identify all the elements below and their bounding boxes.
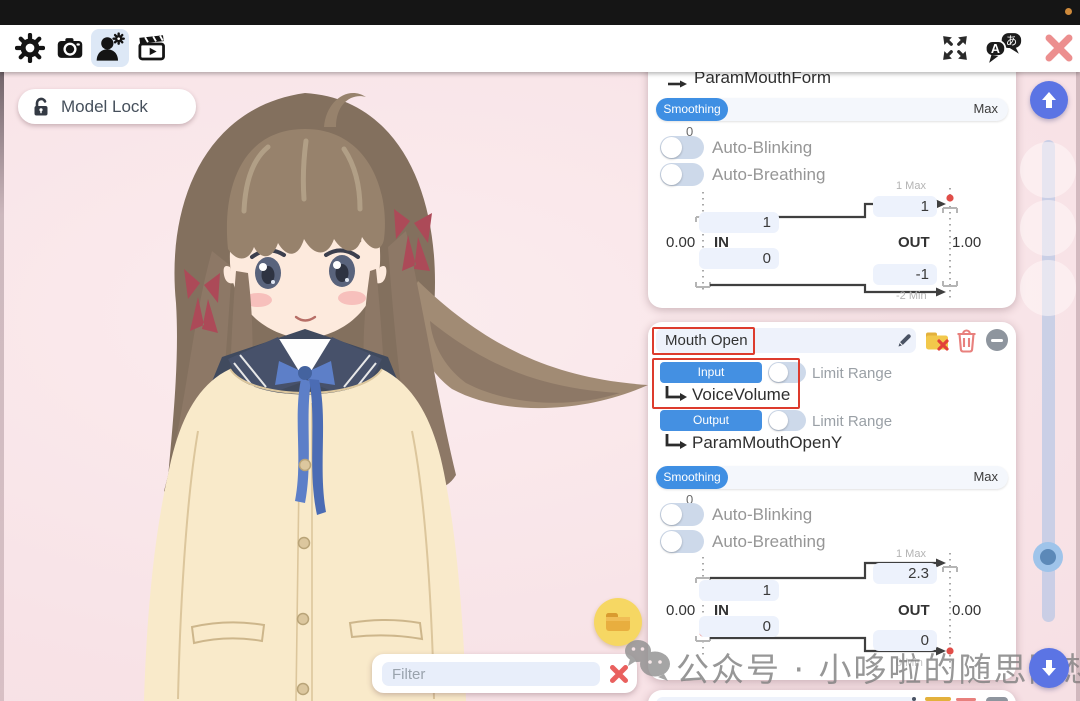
smoothing-max-label: Max: [973, 469, 998, 484]
smoothing-slider[interactable]: Max Smoothing: [656, 466, 1008, 489]
graph-right-value: 1.00: [952, 234, 981, 251]
camera-icon: [55, 34, 85, 62]
translate-icon: あ A: [984, 32, 1024, 64]
folder-icon: [604, 610, 632, 634]
avatar-gear-icon: [94, 32, 126, 64]
output-limit-range-label: Limit Range: [812, 413, 892, 430]
output-button[interactable]: Output: [660, 410, 762, 431]
app-window: ParamMouthForm Max Smoothing 0 Auto-Blin…: [0, 0, 1080, 701]
in-bottom-value[interactable]: 0: [699, 248, 779, 269]
animation-button[interactable]: [133, 29, 171, 67]
smoothing-max-label: Max: [973, 101, 998, 116]
auto-blinking-label: Auto-Blinking: [712, 505, 812, 525]
arrow-down-icon: [1039, 658, 1059, 678]
scroll-to-top-button[interactable]: [1030, 81, 1068, 119]
smoothing-handle[interactable]: Smoothing: [656, 98, 728, 121]
collapse-minus-button[interactable]: [986, 697, 1008, 701]
fullscreen-button[interactable]: [936, 29, 974, 67]
in-top-value[interactable]: 1: [699, 580, 779, 601]
live2d-model-anime-girl[interactable]: [100, 71, 660, 701]
model-lock-label: Model Lock: [61, 97, 148, 117]
graph-left-value: 0.00: [666, 602, 695, 619]
graph-max-label: 1 Max: [896, 548, 926, 560]
auto-blinking-toggle[interactable]: [660, 136, 704, 159]
model-settings-button[interactable]: [91, 29, 129, 67]
scrollbar-thumb-inner: [1040, 549, 1056, 565]
parameter-name-field[interactable]: Mouth Open: [656, 328, 916, 353]
out-top-value[interactable]: 1: [873, 196, 937, 217]
auto-breathing-label: Auto-Breathing: [712, 165, 825, 185]
filter-input[interactable]: [382, 662, 600, 686]
delete-trash-icon[interactable]: [956, 329, 977, 353]
watermark-text: 公众号 · 小哆啦的随思随想: [676, 643, 1080, 691]
edit-pencil-icon[interactable]: [896, 332, 913, 349]
svg-text:A: A: [991, 42, 1000, 56]
toggle-knob: [769, 411, 788, 430]
elbow-arrow-icon: [666, 77, 688, 91]
status-dot: [1065, 8, 1072, 15]
arrow-up-icon: [1039, 90, 1059, 110]
gear-icon: [15, 33, 45, 63]
toggle-knob: [661, 137, 682, 158]
auto-breathing-toggle[interactable]: [660, 530, 704, 553]
fullscreen-icon: [940, 33, 970, 63]
in-bottom-value[interactable]: 0: [699, 616, 779, 637]
auto-breathing-toggle[interactable]: [660, 163, 704, 186]
close-button[interactable]: [1040, 29, 1078, 67]
side-ghost-button[interactable]: [1020, 142, 1076, 198]
elbow-arrow-icon: [664, 434, 688, 452]
remove-folder-icon[interactable]: [925, 330, 952, 353]
side-ghost-button[interactable]: [1020, 260, 1076, 316]
title-bar: [0, 0, 1080, 25]
model-lock-pill[interactable]: Model Lock: [18, 89, 196, 124]
out-bottom-value[interactable]: -1: [873, 264, 937, 285]
input-parameter-name: VoiceVolume: [692, 385, 790, 405]
output-limit-range-toggle[interactable]: [768, 410, 806, 431]
settings-button[interactable]: [11, 29, 49, 67]
toggle-knob: [661, 504, 682, 525]
remove-folder-icon[interactable]: [925, 697, 951, 701]
input-button[interactable]: Input: [660, 362, 762, 383]
main-toolbar: あ A: [0, 25, 1080, 72]
wechat-icon: [620, 634, 672, 686]
collapse-minus-button[interactable]: [986, 329, 1008, 351]
toggle-knob: [661, 531, 682, 552]
graph-left-value: 0.00: [666, 234, 695, 251]
auto-blinking-toggle[interactable]: [660, 503, 704, 526]
graph-max-label: 1 Max: [896, 180, 926, 192]
graph-out-label: OUT: [898, 234, 930, 251]
right-window-edge: [1076, 72, 1080, 701]
language-button[interactable]: あ A: [981, 29, 1027, 67]
parameter-name-field[interactable]: [656, 697, 916, 701]
smoothing-slider[interactable]: Max Smoothing: [656, 98, 1008, 121]
out-top-value[interactable]: 2.3: [873, 563, 937, 584]
scroll-to-bottom-button[interactable]: [1029, 648, 1069, 688]
graph-out-label: OUT: [898, 602, 930, 619]
graph-right-value: 0.00: [952, 602, 981, 619]
filter-bar: [372, 654, 637, 693]
graph-min-label: -2 Min: [896, 290, 927, 302]
smoothing-handle[interactable]: Smoothing: [656, 466, 728, 489]
input-limit-range-toggle[interactable]: [768, 362, 806, 383]
elbow-arrow-icon: [664, 386, 688, 404]
input-limit-range-label: Limit Range: [812, 365, 892, 382]
camera-button[interactable]: [51, 29, 89, 67]
close-icon: [1043, 32, 1075, 64]
edit-pencil-icon[interactable]: [912, 697, 916, 701]
svg-text:あ: あ: [1006, 34, 1017, 48]
auto-blinking-label: Auto-Blinking: [712, 138, 812, 158]
clapperboard-icon: [137, 34, 167, 62]
toggle-knob: [661, 164, 682, 185]
left-window-edge: [0, 25, 4, 701]
side-ghost-button[interactable]: [1020, 200, 1076, 256]
output-parameter-name: ParamMouthOpenY: [692, 433, 842, 453]
auto-breathing-label: Auto-Breathing: [712, 532, 825, 552]
in-top-value[interactable]: 1: [699, 212, 779, 233]
toggle-knob: [769, 363, 788, 382]
unlocked-lock-icon: [30, 96, 52, 118]
